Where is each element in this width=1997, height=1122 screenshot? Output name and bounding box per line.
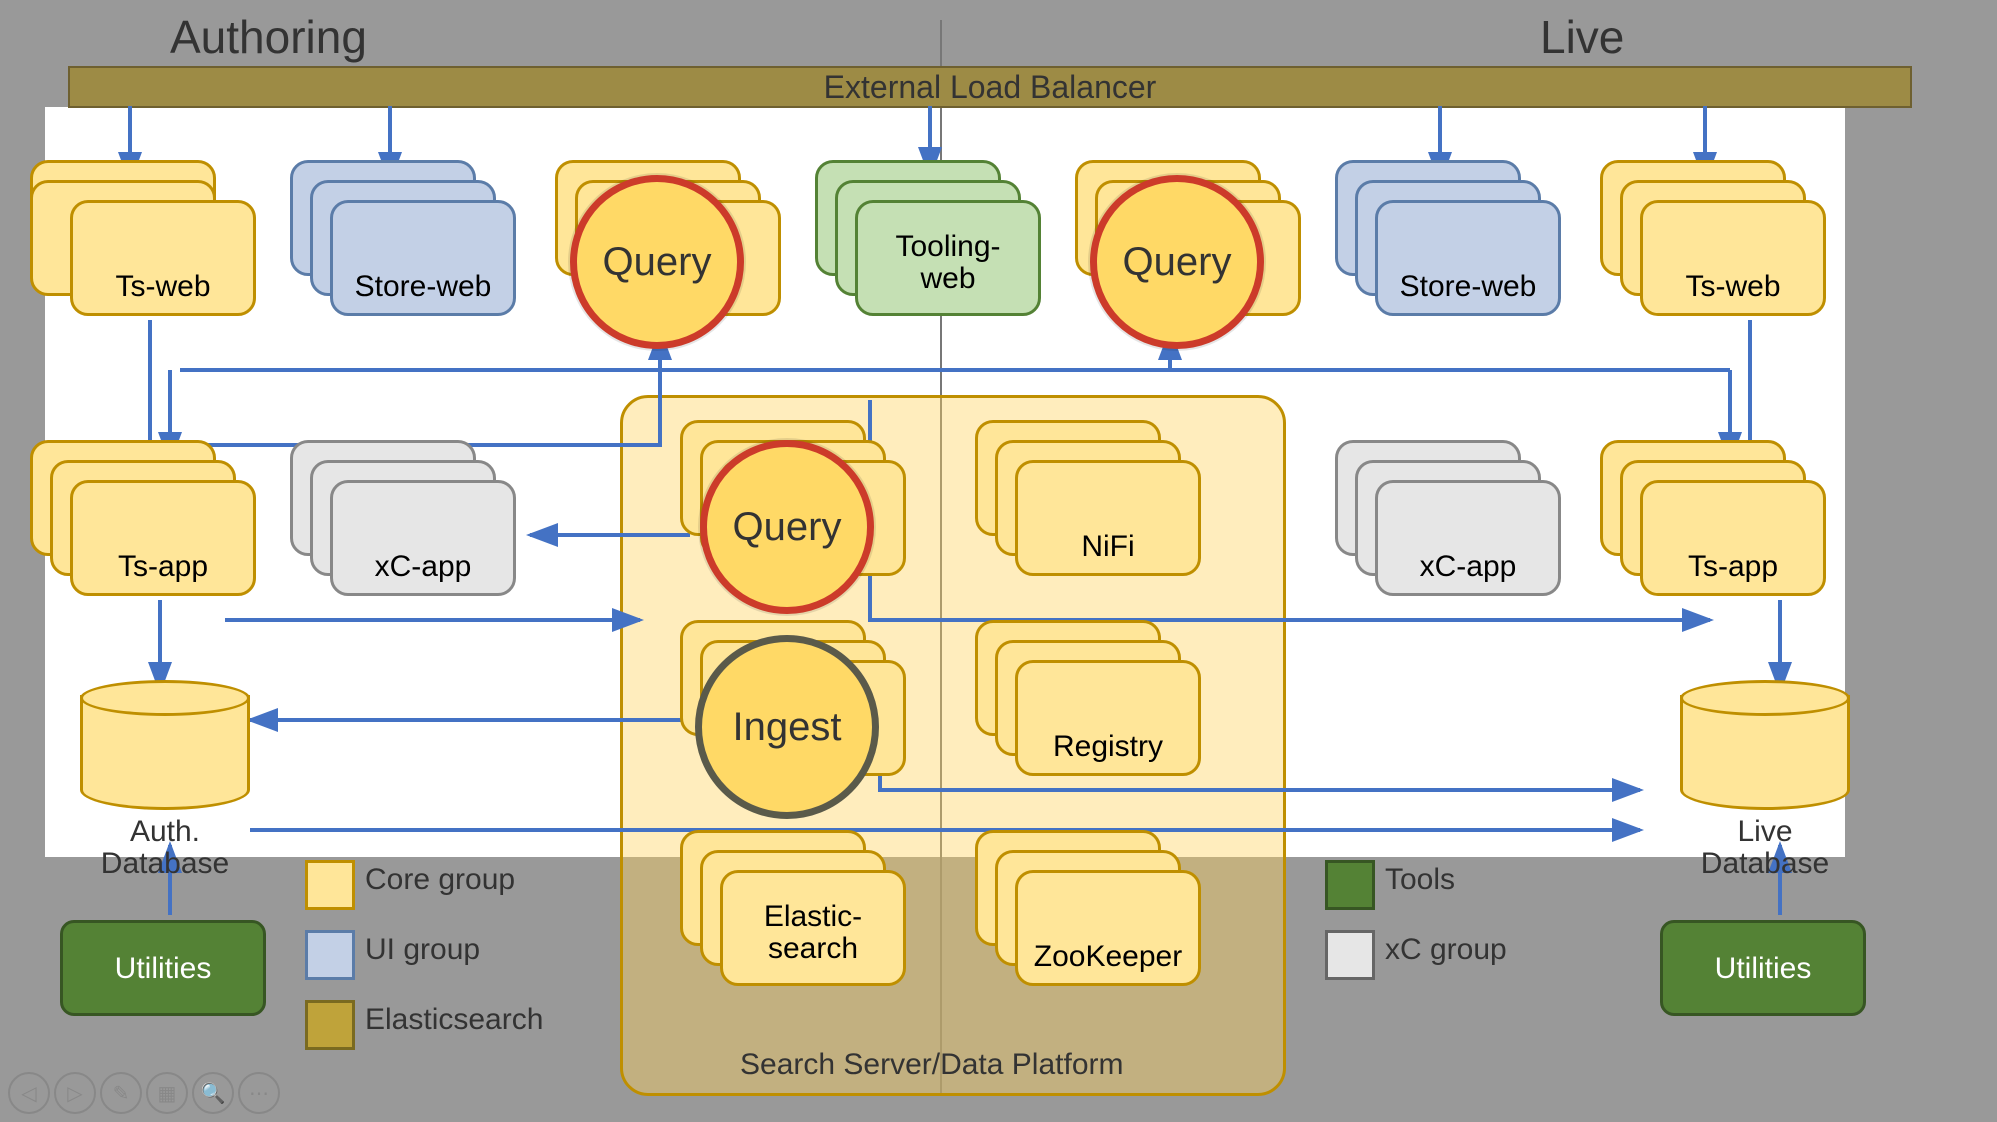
storeweb-authoring-label: Store-web: [333, 271, 513, 303]
query-authoring-label: Query: [603, 240, 712, 285]
xcapp-live-label: xC-app: [1378, 551, 1558, 583]
legend-core-swatch: [305, 860, 355, 910]
xcapp-authoring-label: xC-app: [333, 551, 513, 583]
registry-label: Registry: [1018, 731, 1198, 763]
presenter-more-icon[interactable]: ⋯: [238, 1072, 280, 1114]
legend-ui-label: UI group: [365, 933, 480, 967]
legend-tools-swatch: [1325, 860, 1375, 910]
query-mid-circle: Query: [700, 440, 874, 614]
ingest-label: Ingest: [733, 705, 842, 750]
utilities-live-label: Utilities: [1663, 953, 1863, 985]
presenter-allslides-icon[interactable]: ▦: [146, 1072, 188, 1114]
zookeeper-label: ZooKeeper: [1018, 941, 1198, 973]
legend-xc-label: xC group: [1385, 933, 1507, 967]
toolingweb-label: Tooling- web: [858, 231, 1038, 295]
legend-ui-swatch: [305, 930, 355, 980]
tsweb-authoring-label: Ts-web: [73, 271, 253, 303]
legend-tools-label: Tools: [1385, 863, 1455, 897]
query-authoring-circle: Query: [570, 175, 744, 349]
legend-elastic-swatch: [305, 1000, 355, 1050]
elasticsearch-label: Elastic- search: [723, 901, 903, 965]
query-live-label: Query: [1123, 240, 1232, 285]
tsweb-authoring-stack: Ts-web: [30, 160, 250, 310]
query-live-circle: Query: [1090, 175, 1264, 349]
presenter-next-icon[interactable]: ▷: [54, 1072, 96, 1114]
utilities-authoring-label: Utilities: [63, 953, 263, 985]
presenter-pen-icon[interactable]: ✎: [100, 1072, 142, 1114]
utilities-authoring: Utilities: [60, 920, 266, 1016]
tsapp-live-label: Ts-app: [1643, 551, 1823, 583]
utilities-live: Utilities: [1660, 920, 1866, 1016]
storeweb-live-label: Store-web: [1378, 271, 1558, 303]
nifi-label: NiFi: [1018, 531, 1198, 563]
legend-elastic-label: Elasticsearch: [365, 1003, 543, 1037]
tsapp-authoring-label: Ts-app: [73, 551, 253, 583]
legend-xc-swatch: [1325, 930, 1375, 980]
tsweb-live-label: Ts-web: [1643, 271, 1823, 303]
search-platform-label: Search Server/Data Platform: [740, 1048, 1123, 1082]
ingest-circle: Ingest: [695, 635, 879, 819]
live-database: Live Database: [1680, 680, 1850, 810]
legend-core-label: Core group: [365, 863, 515, 897]
live-database-label: Live Database: [1680, 816, 1850, 880]
auth-database: Auth. Database: [80, 680, 250, 810]
auth-database-label: Auth. Database: [80, 816, 250, 880]
presenter-prev-icon[interactable]: ◁: [8, 1072, 50, 1114]
query-mid-label: Query: [733, 505, 842, 550]
presenter-zoom-icon[interactable]: 🔍: [192, 1072, 234, 1114]
